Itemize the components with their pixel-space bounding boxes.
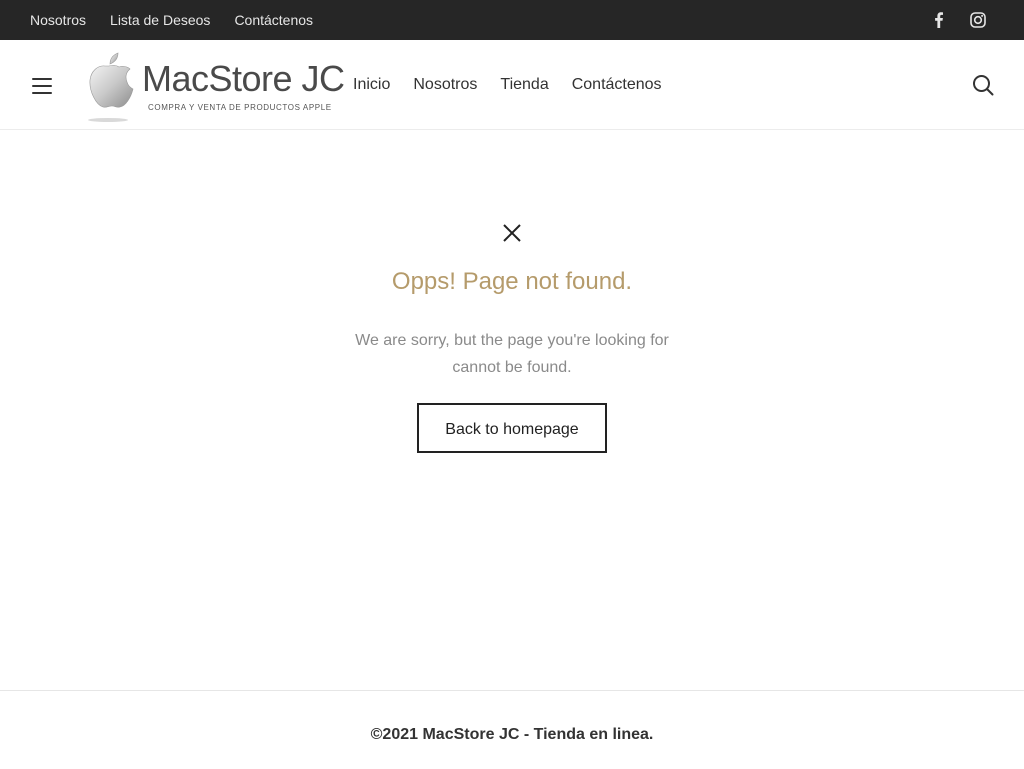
site-footer: ©2021 MacStore JC - Tienda en linea. [0, 690, 1024, 769]
close-icon [501, 222, 523, 244]
site-logo[interactable]: MacStore JC COMPRA Y VENTA DE PRODUCTOS … [80, 46, 345, 126]
back-to-homepage-button[interactable]: Back to homepage [417, 403, 607, 453]
top-link-nosotros[interactable]: Nosotros [30, 12, 86, 28]
top-links: Nosotros Lista de Deseos Contáctenos [30, 0, 337, 40]
logo-brand-text: MacStore JC [142, 58, 345, 99]
footer-copyright: ©2021 MacStore JC - Tienda en linea. [370, 726, 654, 743]
apple-logo-icon [88, 52, 134, 122]
logo-tagline: COMPRA Y VENTA DE PRODUCTOS APPLE [148, 103, 332, 112]
top-link-contact[interactable]: Contáctenos [234, 12, 313, 28]
nav-item-contactenos[interactable]: Contáctenos [572, 76, 662, 94]
nav-item-tienda[interactable]: Tienda [500, 76, 548, 94]
site-header: MacStore JC COMPRA Y VENTA DE PRODUCTOS … [0, 40, 1024, 130]
nav-item-nosotros[interactable]: Nosotros [413, 76, 477, 94]
main-nav: Inicio Nosotros Tienda Contáctenos [353, 40, 685, 129]
facebook-icon[interactable] [929, 10, 949, 30]
top-bar: Nosotros Lista de Deseos Contáctenos [0, 0, 1024, 40]
hamburger-menu-icon[interactable] [32, 78, 52, 94]
nav-item-inicio[interactable]: Inicio [353, 76, 390, 94]
not-found-message: We are sorry, but the page you're lookin… [355, 332, 669, 376]
not-found-title: Opps! Page not found. [391, 268, 633, 295]
not-found-section: Opps! Page not found. We are sorry, but … [0, 222, 1024, 453]
top-link-wishlist[interactable]: Lista de Deseos [110, 12, 210, 28]
search-icon[interactable] [972, 74, 994, 96]
instagram-icon[interactable] [968, 10, 988, 30]
social-links [910, 10, 988, 30]
